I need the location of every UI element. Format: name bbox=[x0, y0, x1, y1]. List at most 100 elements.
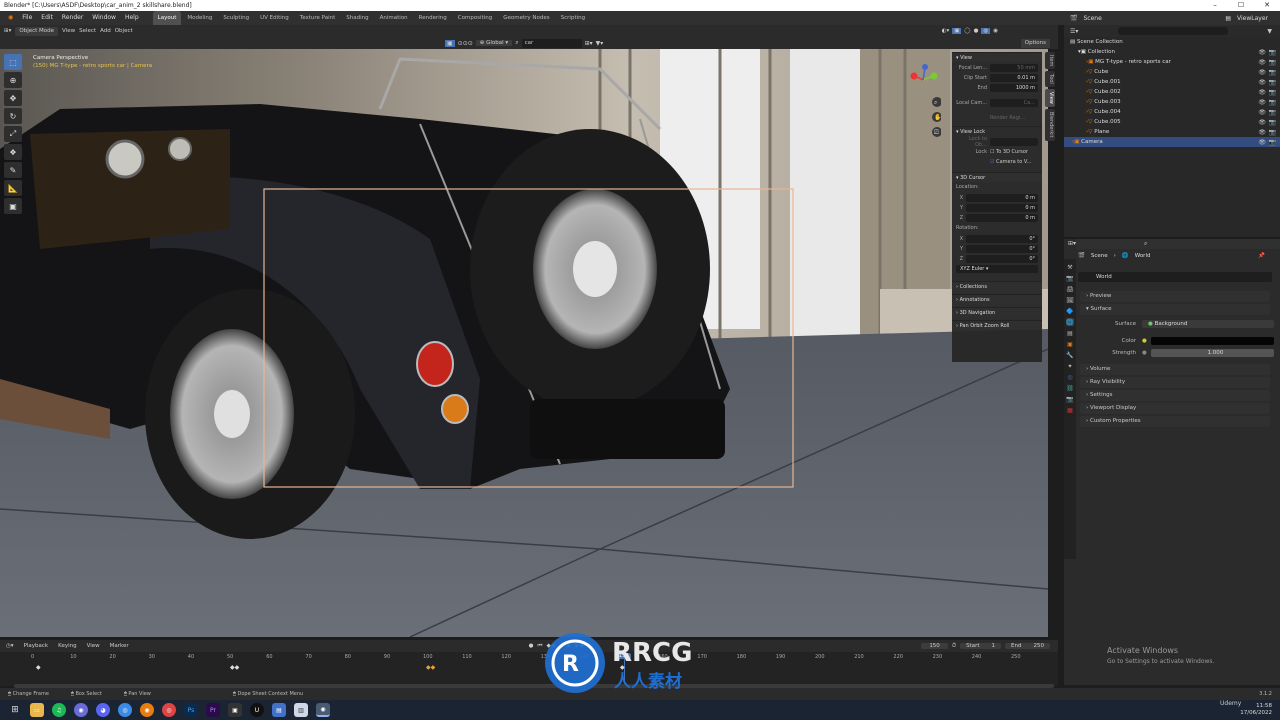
outliner-item-mg-ttype[interactable]: ›▣ MG T-type - retro sports car 👁 📷 bbox=[1064, 57, 1280, 67]
visibility-eye-icon[interactable]: 👁 bbox=[1258, 79, 1266, 86]
visibility-eye-icon[interactable]: 👁 bbox=[1258, 119, 1266, 126]
axis-gizmo-icon[interactable]: ⌕ ✋ ⎚ bbox=[905, 62, 942, 142]
tab-view[interactable]: View bbox=[1045, 89, 1055, 107]
overlay-icon[interactable]: ◐▾ bbox=[942, 28, 950, 34]
tab-compositing[interactable]: Compositing bbox=[453, 11, 497, 25]
cursor-rz-value[interactable]: 0° bbox=[966, 254, 1038, 263]
editor-type-icon[interactable]: ⊞▾ bbox=[4, 28, 11, 34]
texture-tab-icon[interactable]: ▦ bbox=[1066, 406, 1074, 414]
material-shading-icon[interactable]: ◍ bbox=[981, 28, 991, 34]
transform-tool-icon[interactable]: ❖ bbox=[4, 144, 22, 160]
color-swatch[interactable] bbox=[1150, 336, 1274, 345]
outliner-item-scene-collection[interactable]: ▤ Scene Collection bbox=[1064, 37, 1280, 47]
3d-navigation-section-header[interactable]: › 3D Navigation bbox=[952, 307, 1042, 317]
view-layer-selector[interactable]: ViewLayer bbox=[1237, 15, 1268, 22]
collection-tab-icon[interactable]: ▤ bbox=[1066, 329, 1074, 337]
tab-shading[interactable]: Shading bbox=[341, 11, 373, 25]
outliner-item-camera[interactable]: ›▣ Camera 👁 📷 bbox=[1064, 137, 1280, 147]
navigation-gizmo[interactable]: ⌕ ✋ ⎚ bbox=[905, 62, 942, 142]
filter-icon[interactable]: ▼ bbox=[1267, 28, 1272, 35]
outliner-editor-icon[interactable]: ☰▾ bbox=[1070, 28, 1078, 35]
scene-tab-icon[interactable]: 🔷 bbox=[1066, 307, 1074, 315]
cursor-ry-value[interactable]: 0° bbox=[966, 244, 1038, 253]
render-camera-icon[interactable]: 📷 bbox=[1269, 59, 1276, 66]
cursor-y-field[interactable]: Y0 m bbox=[956, 203, 1038, 212]
physics-tab-icon[interactable]: ◎ bbox=[1066, 373, 1074, 381]
clip-start-field[interactable]: Clip Start 0.01 m bbox=[956, 73, 1038, 82]
select-box-tool-icon[interactable]: ⬚ bbox=[4, 54, 22, 70]
record-icon[interactable]: ● bbox=[529, 643, 534, 650]
visibility-eye-icon[interactable]: 👁 bbox=[1258, 89, 1266, 96]
chrome-alt-icon[interactable]: ◎ bbox=[162, 703, 176, 717]
world-tab-icon[interactable]: 🌐 bbox=[1066, 318, 1074, 326]
strength-value[interactable]: 1.000 bbox=[1150, 348, 1274, 357]
annotate-tool-icon[interactable]: ✎ bbox=[4, 162, 22, 178]
properties-search-icon[interactable]: ⌕ bbox=[1144, 240, 1147, 248]
cursor-z-field[interactable]: Z0 m bbox=[956, 213, 1038, 222]
add-cube-tool-icon[interactable]: ▣ bbox=[4, 198, 22, 214]
preview-range-icon[interactable]: ⏱ bbox=[952, 643, 956, 650]
filter-icon[interactable]: ▼▾ bbox=[596, 40, 604, 47]
render-region-checkbox[interactable]: Render Regi... bbox=[956, 113, 1038, 122]
menu-view[interactable]: View bbox=[62, 28, 75, 34]
cursor-ry-field[interactable]: Y 0° bbox=[956, 244, 1038, 253]
menu-help[interactable]: Help bbox=[121, 11, 143, 25]
outliner-search-input[interactable] bbox=[1118, 27, 1229, 35]
output-tab-icon[interactable]: 🖨 bbox=[1066, 285, 1074, 293]
cursor-x-value[interactable]: 0 m bbox=[966, 193, 1038, 202]
snap-icon[interactable]: ⊙⊙⊙ bbox=[458, 40, 473, 47]
visibility-eye-icon[interactable]: 👁 bbox=[1258, 59, 1266, 66]
keyframe-marker[interactable]: ◆◆ bbox=[230, 664, 239, 671]
tab-layout[interactable]: Layout bbox=[152, 11, 182, 25]
scale-tool-icon[interactable]: ⤢ bbox=[4, 126, 22, 142]
menu-select[interactable]: Select bbox=[79, 28, 96, 34]
menu-marker[interactable]: Marker bbox=[110, 643, 129, 649]
clip-start-value[interactable]: 0.01 m bbox=[990, 73, 1038, 82]
render-camera-icon[interactable]: 📷 bbox=[1269, 139, 1276, 146]
strength-field[interactable]: Strength ● 1.000 bbox=[1084, 348, 1274, 357]
photoshop-icon[interactable]: Ps bbox=[184, 703, 198, 717]
visibility-eye-icon[interactable]: 👁 bbox=[1258, 139, 1266, 146]
options-button[interactable]: Options bbox=[1020, 38, 1050, 48]
local-camera-field[interactable]: Local Cam... Ca... bbox=[956, 98, 1038, 107]
pan-orbit-section-header[interactable]: › Pan Orbit Zoom Roll bbox=[952, 320, 1042, 330]
tab-uv-editing[interactable]: UV Editing bbox=[255, 11, 294, 25]
tab-item[interactable]: Item bbox=[1045, 52, 1055, 70]
clip-end-field[interactable]: End 1000 m bbox=[956, 83, 1038, 92]
tab-blenderkit[interactable]: Blenderkit bbox=[1045, 108, 1055, 141]
render-camera-icon[interactable]: 📷 bbox=[1269, 89, 1276, 96]
visibility-eye-icon[interactable]: 👁 bbox=[1258, 69, 1266, 76]
render-camera-icon[interactable]: 📷 bbox=[1269, 99, 1276, 106]
view-lock-section-header[interactable]: ▾ View Lock bbox=[952, 126, 1042, 136]
render-tab-icon[interactable]: 📷 bbox=[1066, 274, 1074, 282]
render-camera-icon[interactable]: 📷 bbox=[1269, 69, 1276, 76]
properties-editor-icon[interactable]: ⊞▾ bbox=[1068, 240, 1076, 247]
mode-selector[interactable]: Object Mode bbox=[15, 26, 59, 36]
visibility-eye-icon[interactable]: 👁 bbox=[1258, 109, 1266, 116]
blender-icon[interactable]: ◉ bbox=[140, 703, 154, 717]
tool-tab-icon[interactable]: ⚒ bbox=[1066, 263, 1074, 271]
maximize-button[interactable]: ☐ bbox=[1228, 0, 1254, 11]
keyframe-marker-selected[interactable]: ◆◆ bbox=[426, 664, 435, 671]
tab-modeling[interactable]: Modeling bbox=[182, 11, 217, 25]
volume-section-header[interactable]: › Volume bbox=[1080, 364, 1270, 375]
collections-section-header[interactable]: › Collections bbox=[952, 281, 1042, 291]
windows-start-icon[interactable]: ⊞ bbox=[8, 703, 22, 717]
clip-end-value[interactable]: 1000 m bbox=[990, 83, 1038, 92]
local-camera-value[interactable]: Ca... bbox=[990, 98, 1038, 107]
docs-icon[interactable]: ▤ bbox=[272, 703, 286, 717]
pivot-icon[interactable]: ▣ bbox=[445, 39, 455, 47]
cursor-rx-value[interactable]: 0° bbox=[966, 234, 1038, 243]
discord-icon[interactable]: ◕ bbox=[96, 703, 110, 717]
particles-tab-icon[interactable]: ✦ bbox=[1066, 362, 1074, 370]
focal-length-field[interactable]: Focal Len... 50 mm bbox=[956, 63, 1038, 72]
tab-tool[interactable]: Tool bbox=[1045, 71, 1055, 88]
lock-to-object-value[interactable] bbox=[990, 137, 1038, 146]
outliner-item-cube-004[interactable]: ›▽ Cube.004 👁 📷 bbox=[1064, 107, 1280, 117]
visibility-eye-icon[interactable]: 👁 bbox=[1258, 49, 1266, 56]
lock-to-cursor-checkbox[interactable]: Lock ☐ To 3D Cursor bbox=[956, 147, 1038, 156]
snap-target-icon[interactable]: ⊞▾ bbox=[585, 40, 593, 47]
camera-to-view-checkbox[interactable]: ☑ Camera to V... bbox=[956, 157, 1038, 166]
measure-tool-icon[interactable]: 📐 bbox=[4, 180, 22, 196]
outliner-item-cube-002[interactable]: ›▽ Cube.002 👁 📷 bbox=[1064, 87, 1280, 97]
